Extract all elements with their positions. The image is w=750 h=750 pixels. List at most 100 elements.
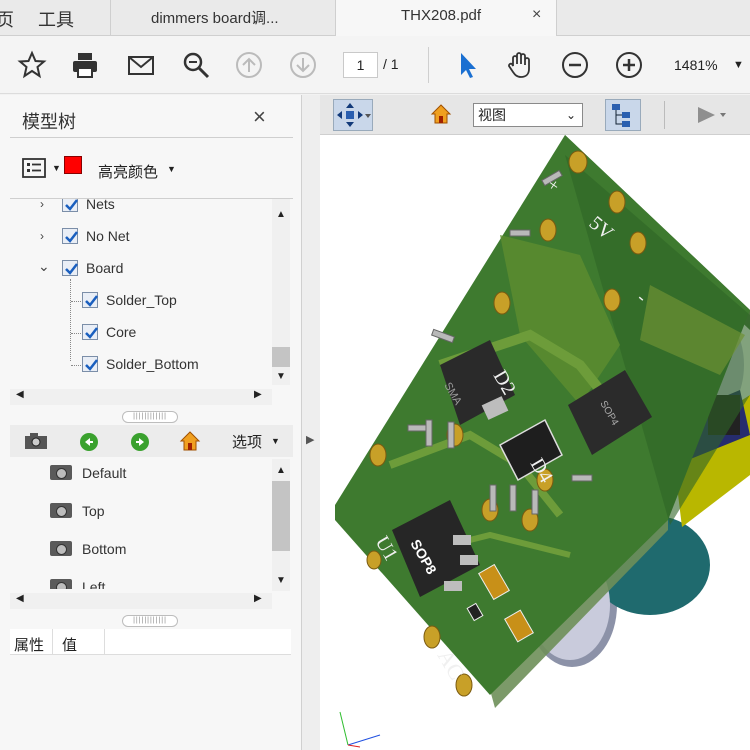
tree-item-core[interactable]: Core [10, 320, 272, 348]
3d-toolbar: 视图 ⌄ [320, 95, 750, 135]
views-options-button[interactable]: 选项 [232, 431, 262, 452]
view-item-default[interactable]: Default [10, 457, 272, 493]
tree-item-no-net[interactable]: › No Net [10, 224, 272, 252]
tree-item-label: Solder_Bottom [106, 356, 199, 372]
scroll-up-icon[interactable]: ▲ [276, 465, 286, 476]
model-tree: › Nets › No Net ⌄ Board Solder_Top Core [10, 199, 272, 383]
tree-item-board[interactable]: ⌄ Board [10, 256, 272, 284]
chevron-down-icon[interactable]: ▼ [167, 164, 176, 174]
arrow-right-icon[interactable] [131, 433, 149, 451]
close-icon[interactable]: × [253, 104, 266, 130]
tab-thx208[interactable]: THX208.pdf × [335, 0, 557, 36]
menu-tools[interactable]: 工具 [38, 6, 74, 32]
main-toolbar: 1 / 1 1481% ▼ [0, 36, 750, 94]
tree-connector [71, 365, 81, 366]
chevron-down-icon[interactable]: ⌄ [38, 258, 50, 275]
scroll-left-icon[interactable]: ◀ [16, 593, 24, 604]
tab-dimmers-board[interactable]: dimmers board调... [110, 0, 335, 36]
panel-splitter-handle[interactable]: |||||||||||| [122, 411, 178, 423]
checkbox-checked-icon[interactable] [62, 228, 78, 244]
tree-item-label: Core [106, 324, 137, 340]
printer-icon[interactable] [70, 50, 100, 80]
tab-close-button[interactable]: × [532, 6, 541, 24]
checkbox-checked-icon[interactable] [82, 292, 98, 308]
panel-title: 模型树 [22, 112, 76, 132]
scroll-down-icon[interactable]: ▼ [276, 371, 286, 382]
home-icon[interactable] [430, 103, 452, 125]
tree-hscrollbar[interactable]: ◀ ▶ [10, 389, 272, 405]
camera-add-icon[interactable] [24, 431, 50, 451]
camera-icon [50, 541, 72, 556]
tree-connector [71, 333, 81, 334]
scroll-right-icon[interactable]: ▶ [254, 389, 262, 400]
view-item-label: Top [82, 503, 105, 519]
toolbar-divider [664, 101, 665, 129]
rotate-tool-button[interactable] [333, 99, 373, 131]
checkbox-checked-icon[interactable] [82, 356, 98, 372]
view-item-bottom[interactable]: Bottom [10, 531, 272, 569]
scroll-up-icon[interactable]: ▲ [276, 209, 286, 220]
page-total: / 1 [383, 56, 399, 72]
page-number-input[interactable]: 1 [343, 52, 378, 78]
view-item-left[interactable]: Left [10, 569, 272, 589]
pcb-3d-render[interactable]: + 5V - SMA D2 SOP4 D4 U1 SOP8 AC [320, 135, 750, 750]
tree-item-label: Nets [86, 199, 115, 212]
views-hscrollbar[interactable]: ◀ ▶ [10, 593, 272, 609]
divider [10, 137, 293, 138]
view-item-label: Left [82, 579, 106, 589]
checkbox-checked-icon[interactable] [62, 260, 78, 276]
panel-collapse-handle[interactable]: ▶ [302, 95, 320, 750]
mail-icon[interactable] [126, 50, 156, 80]
checkbox-checked-icon[interactable] [62, 199, 78, 212]
scroll-right-icon[interactable]: ▶ [254, 593, 262, 604]
toolbar-divider [428, 47, 429, 83]
zoom-in-icon[interactable] [614, 50, 644, 80]
chevron-down-icon[interactable]: ▼ [52, 163, 61, 173]
tree-item-solder-top[interactable]: Solder_Top [10, 288, 272, 316]
panel-splitter-handle[interactable]: |||||||||||| [122, 615, 178, 627]
properties-attr-header: 属性 [14, 637, 45, 654]
zoom-level-select[interactable]: 1481% ▼ [667, 52, 744, 78]
chevron-right-icon[interactable]: › [40, 229, 44, 243]
zoom-level-value: 1481% [674, 57, 718, 73]
chevron-down-icon[interactable]: ▼ [271, 436, 280, 446]
hand-icon[interactable] [505, 50, 535, 80]
arrow-left-icon[interactable] [80, 433, 98, 451]
scrollbar-thumb[interactable] [272, 347, 290, 367]
chevron-right-icon[interactable]: › [40, 199, 44, 211]
page-up-icon[interactable] [234, 50, 264, 80]
scrollbar-thumb[interactable] [272, 481, 290, 551]
highlight-color-label[interactable]: 高亮颜色 [98, 161, 158, 182]
list-options-icon[interactable] [22, 157, 48, 179]
home-icon[interactable] [179, 430, 201, 452]
menu-item-partial[interactable]: 页 [0, 6, 14, 32]
3d-viewer[interactable]: 视图 ⌄ + 5V - SMA D2 SOP4 D4 U1 SOP8 AC [320, 95, 750, 750]
select-cursor-icon[interactable] [452, 50, 482, 80]
scroll-down-icon[interactable]: ▼ [276, 575, 286, 586]
column-divider [104, 629, 105, 655]
tree-item-solder-bottom[interactable]: Solder_Bottom [10, 352, 272, 380]
checkbox-checked-icon[interactable] [82, 324, 98, 340]
tab-label: THX208.pdf [401, 7, 482, 24]
scroll-left-icon[interactable]: ◀ [16, 389, 24, 400]
zoom-out-icon[interactable] [560, 50, 590, 80]
view-item-label: Default [82, 465, 127, 481]
star-icon[interactable] [17, 50, 47, 80]
model-tree-panel: 模型树 × ▼ 高亮颜色 ▼ › Nets › No Net ⌄ Board S… [0, 95, 302, 750]
tree-scrollbar[interactable]: ▲ ▼ [272, 199, 290, 385]
view-item-top[interactable]: Top [10, 493, 272, 531]
page-down-icon[interactable] [288, 50, 318, 80]
views-scrollbar[interactable]: ▲ ▼ [272, 459, 290, 591]
view-select[interactable]: 视图 ⌄ [473, 103, 583, 127]
tree-item-nets[interactable]: › Nets [10, 199, 272, 220]
play-icon[interactable] [695, 104, 729, 126]
chevron-right-icon[interactable]: ▶ [306, 433, 314, 446]
highlight-color-swatch[interactable] [64, 156, 82, 174]
chevron-down-icon: ▼ [733, 59, 744, 71]
view-item-label: Bottom [82, 541, 127, 557]
menu-tab-bar: 页 工具 dimmers board调... THX208.pdf × [0, 0, 750, 36]
views-list: Default Top Bottom Left [10, 457, 272, 589]
search-zoom-icon[interactable] [181, 50, 211, 80]
model-tree-toggle-icon[interactable] [605, 99, 641, 131]
views-toolbar: 选项 ▼ [10, 425, 293, 457]
